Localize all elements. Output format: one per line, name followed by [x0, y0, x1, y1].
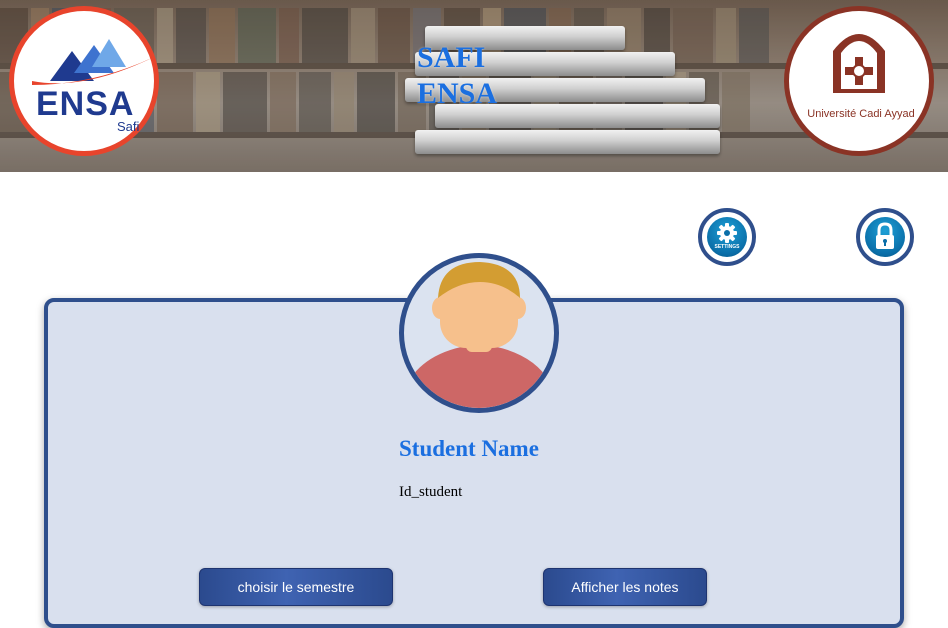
- uca-logo: Université Cadi Ayyad: [784, 6, 934, 156]
- student-id: Id_student: [399, 484, 463, 500]
- uca-logo-text: Université Cadi Ayyad: [807, 108, 915, 120]
- ensa-logo-subtext: Safi: [117, 119, 140, 134]
- settings-label: SETTINGS: [714, 244, 740, 250]
- gear-icon: SETTINGS: [707, 217, 747, 257]
- lock-button[interactable]: [856, 208, 914, 266]
- avatar: [399, 253, 559, 413]
- uca-emblem-icon: [833, 34, 885, 93]
- ensa-logo: ENSA Safi: [9, 6, 159, 156]
- student-name: Student Name: [399, 436, 539, 461]
- header-banner: SAFI ENSA ENSA Safi Université Cadi Ayya…: [0, 0, 948, 172]
- show-grades-button[interactable]: Afficher les notes: [543, 568, 707, 606]
- lock-icon: [865, 217, 905, 257]
- banner-title: SAFI ENSA: [417, 40, 497, 112]
- settings-button[interactable]: SETTINGS: [698, 208, 756, 266]
- banner-title-line1: SAFI: [417, 41, 486, 74]
- choose-semester-button[interactable]: choisir le semestre: [199, 568, 393, 606]
- banner-title-line2: ENSA: [417, 77, 498, 110]
- user-avatar-icon: [406, 262, 552, 408]
